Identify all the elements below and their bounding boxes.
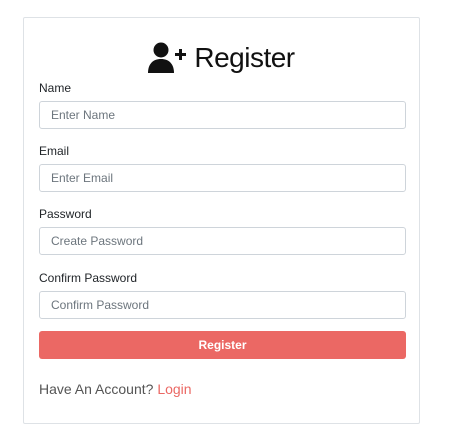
account-prompt-text: Have An Account?: [39, 381, 154, 397]
register-card: Register Name Email Password Confirm Pas…: [23, 17, 420, 424]
register-button[interactable]: Register: [39, 331, 406, 359]
account-prompt: Have An Account? Login: [39, 380, 192, 398]
confirm-password-input[interactable]: [39, 291, 406, 319]
name-label: Name: [39, 81, 72, 95]
email-input[interactable]: [39, 164, 406, 192]
page-title: Register: [24, 34, 419, 82]
name-input[interactable]: [39, 101, 406, 129]
email-label: Email: [39, 144, 70, 158]
password-label: Password: [39, 207, 92, 221]
register-heading: Register: [194, 42, 295, 73]
confirm-password-label: Confirm Password: [39, 271, 138, 285]
user-plus-icon: [148, 42, 187, 73]
password-input[interactable]: [39, 227, 406, 255]
login-link[interactable]: Login: [157, 381, 191, 397]
